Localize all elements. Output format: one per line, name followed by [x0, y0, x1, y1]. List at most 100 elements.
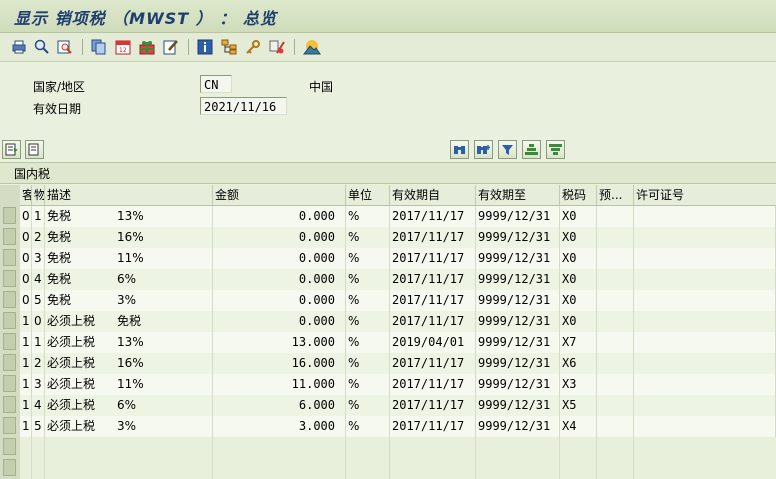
cell-from: 2017/11/17 [390, 248, 476, 269]
cell-to: 9999/12/31 [476, 290, 560, 311]
table-row[interactable]: 1 1 必须上税 13% 13.000% 2019/04/01 9999/12/31 X7 [20, 332, 776, 354]
column-divider [44, 437, 45, 479]
table-row[interactable]: 0 5 免税 3% 0.000% 2017/11/17 9999/12/31 X0 [20, 290, 776, 312]
edit-icon[interactable] [162, 38, 180, 56]
cell-unit: % [346, 353, 390, 374]
filter-button[interactable] [498, 140, 517, 159]
table-row[interactable]: 1 5 必须上税 3% 3.000% 2017/11/17 9999/12/31 X4 [20, 416, 776, 438]
table-row[interactable]: 0 2 免税 16% 0.000% 2017/11/17 9999/12/31 X0 [20, 227, 776, 249]
other-view-button[interactable] [25, 140, 44, 159]
cell-d2: 13% [115, 206, 213, 227]
cell-license [634, 248, 776, 269]
gift-icon[interactable] [138, 38, 156, 56]
cell-unit: % [346, 395, 390, 416]
column-header-c1[interactable]: 客 [20, 185, 32, 205]
row-selector[interactable] [3, 354, 16, 371]
key-icon[interactable] [244, 38, 262, 56]
row-selector[interactable] [3, 459, 16, 476]
cell-c1: 0 [20, 206, 32, 227]
cell-to: 9999/12/31 [476, 311, 560, 332]
column-header-tax-code[interactable]: 税码 [560, 185, 597, 205]
cell-d2: 13% [115, 332, 213, 353]
table-row[interactable]: 0 4 免税 6% 0.000% 2017/11/17 9999/12/31 X0 [20, 269, 776, 291]
cell-d1: 必须上税 [47, 356, 96, 370]
cell-code: X0 [560, 290, 597, 311]
row-selector[interactable] [3, 438, 16, 455]
cell-amount: 0.000 [213, 290, 346, 311]
structure-icon[interactable] [220, 38, 238, 56]
filter-icon [502, 145, 513, 155]
cell-license [634, 374, 776, 395]
valid-date-field[interactable]: 2021/11/16 [200, 97, 287, 115]
table-row[interactable]: 1 3 必须上税 11% 11.000% 2017/11/17 9999/12/31 X3 [20, 374, 776, 396]
find-next-button[interactable] [474, 140, 493, 159]
row-selector[interactable] [3, 375, 16, 392]
row-selector[interactable] [3, 333, 16, 350]
cell-amount: 0.000 [213, 227, 346, 248]
find-icon[interactable] [33, 38, 51, 56]
cell-d2: 16% [115, 353, 213, 374]
cell-license [634, 227, 776, 248]
row-selector[interactable] [3, 228, 16, 245]
cell-c1: 1 [20, 353, 32, 374]
column-header-description[interactable]: 描述 [45, 185, 213, 205]
cell-from: 2017/11/17 [390, 416, 476, 437]
row-selector[interactable] [3, 312, 16, 329]
cell-license [634, 290, 776, 311]
column-header-valid-from[interactable]: 有效期自 [390, 185, 476, 205]
cell-amount: 3.000 [213, 416, 346, 437]
table-row[interactable]: 0 1 免税 13% 0.000% 2017/11/17 9999/12/31 X0 [20, 206, 776, 228]
cell-d1: 免税 [47, 251, 72, 265]
row-selector[interactable] [3, 417, 16, 434]
row-selector[interactable] [3, 249, 16, 266]
cell-code: X0 [560, 206, 597, 227]
column-header-amount[interactable]: 金额 [213, 185, 346, 205]
cell-pre [597, 227, 634, 248]
cell-from: 2017/11/17 [390, 227, 476, 248]
column-header-unit[interactable]: 单位 [346, 185, 390, 205]
column-header-c2[interactable]: 物 [32, 185, 45, 205]
page-title: 显示 销项税 （MWST ） ： 总览 [14, 9, 277, 28]
mountain-icon[interactable] [303, 38, 321, 56]
cell-c2: 4 [32, 395, 45, 416]
cell-code: X0 [560, 269, 597, 290]
column-header-valid-to[interactable]: 有效期至 [476, 185, 560, 205]
cell-to: 9999/12/31 [476, 206, 560, 227]
row-selector[interactable] [3, 396, 16, 413]
column-header-license[interactable]: 许可证号 [634, 185, 776, 205]
table-row[interactable]: 0 3 免税 11% 0.000% 2017/11/17 9999/12/31 X0 [20, 248, 776, 270]
table-row[interactable]: 1 4 必须上税 6% 6.000% 2017/11/17 9999/12/31 X5 [20, 395, 776, 417]
info-icon[interactable] [196, 38, 214, 56]
cell-unit: % [346, 227, 390, 248]
cell-c1: 0 [20, 290, 32, 311]
row-selector[interactable] [3, 207, 16, 224]
calendar-icon[interactable]: 12 [114, 38, 132, 56]
cell-c1: 1 [20, 311, 32, 332]
copy-icon[interactable] [90, 38, 108, 56]
cell-d1: 必须上税 [47, 377, 96, 391]
row-selector[interactable] [3, 291, 16, 308]
sort-ascending-button[interactable] [522, 140, 541, 159]
cell-code: X3 [560, 374, 597, 395]
cell-amount: 13.000 [213, 332, 346, 353]
calculate-icon[interactable] [268, 38, 286, 56]
column-header-pre[interactable]: 预... [597, 185, 634, 205]
find-next-icon[interactable] [56, 38, 74, 56]
cell-pre [597, 269, 634, 290]
find-button[interactable] [450, 140, 469, 159]
sort-descending-button[interactable] [546, 140, 565, 159]
table-row[interactable]: 1 0 必须上税 免税 0.000% 2017/11/17 9999/12/31 X0 [20, 311, 776, 333]
row-selector[interactable] [3, 270, 16, 287]
cell-amount: 0.000 [213, 311, 346, 332]
cell-c2: 5 [32, 416, 45, 437]
cell-pre [597, 353, 634, 374]
cell-d1: 免税 [47, 230, 72, 244]
details-button[interactable] [2, 140, 21, 159]
cell-pre [597, 416, 634, 437]
table-row[interactable]: 1 2 必须上税 16% 16.000% 2017/11/17 9999/12/31 X6 [20, 353, 776, 375]
print-icon[interactable] [10, 38, 28, 56]
country-field[interactable]: CN [200, 75, 232, 93]
cell-c2: 0 [32, 311, 45, 332]
cell-unit: % [346, 416, 390, 437]
cell-amount: 11.000 [213, 374, 346, 395]
